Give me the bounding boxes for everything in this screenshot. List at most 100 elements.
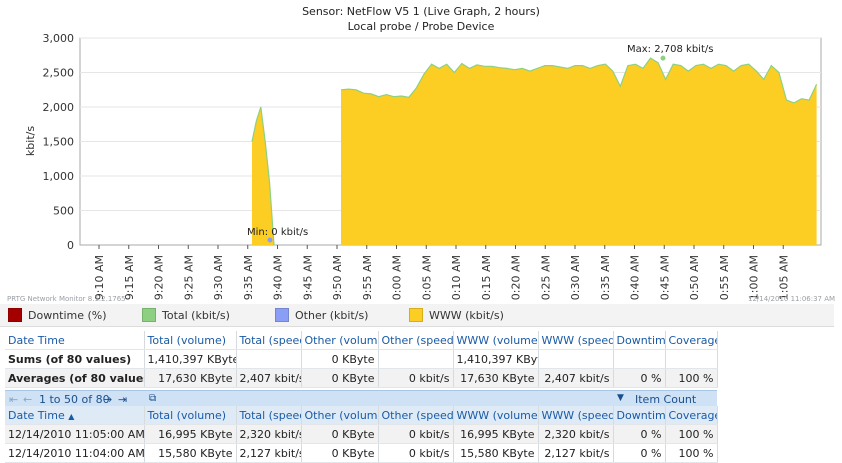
legend-swatch-www [409,308,423,322]
summary-cell: 0 % [613,368,666,388]
sort-ascending-icon: ▲ [68,411,75,421]
data-table: Date Time ▲ Total (volume) Total (speed)… [5,406,718,463]
page-range: 1 to 50 of 80 [39,393,110,406]
summary-cell [236,349,302,369]
x-tick-label: 9:30 AM [212,255,225,300]
item-count-button[interactable]: Item Count [635,393,696,406]
data-header-total-speed[interactable]: Total (speed) [236,406,302,425]
watermark-version: PRTG Network Monitor 8.1.2.1765 [7,295,126,303]
popout-icon[interactable]: ⧉ [149,393,156,404]
summary-cell: 100 % [665,368,718,388]
x-tick-label: 11:00 AM [748,255,761,300]
table-cell: 0 KByte [301,424,379,444]
data-header-row: Date Time ▲ Total (volume) Total (speed)… [5,406,718,425]
data-header-datetime[interactable]: Date Time ▲ [5,406,145,425]
table-cell: 15,580 KByte [144,443,237,463]
table-cell: 2,320 kbit/s [538,424,614,444]
x-tick-label: 9:35 AM [242,255,255,300]
y-tick-label: 1,000 [43,170,75,183]
summary-cell [613,349,666,369]
x-tick-label: 9:45 AM [301,255,314,300]
x-tick-label: 10:55 AM [718,255,731,300]
watermark-timestamp: 12/14/2010 11:06:37 AM [748,295,836,303]
x-tick-label: 10:05 AM [420,255,433,300]
first-page-icon[interactable]: ⇤ [9,393,18,406]
table-cell: 0 % [613,424,666,444]
data-header-www-volume[interactable]: WWW (volume) [453,406,539,425]
summary-row-sums: Sums (of 80 values) 1,410,397 KByte 0 KB… [5,349,718,369]
summary-header-other-volume: Other (volume) [301,331,379,350]
table-cell: 12/14/2010 11:04:00 AM [5,443,145,463]
y-tick-label: 2,000 [43,101,75,114]
x-tick-label: 11:05 AM [777,255,790,300]
x-tick-label: 9:15 AM [123,255,136,300]
summary-cell [665,349,718,369]
table-cell: 2,320 kbit/s [236,424,302,444]
legend-label-total: Total (kbit/s) [162,308,230,322]
x-tick-label: 10:15 AM [480,255,493,300]
summary-cell [378,349,454,369]
y-tick-label: 2,500 [43,67,75,80]
y-tick-label: 0 [67,239,74,252]
x-tick-label: 10:35 AM [599,255,612,300]
min-annotation: Min: 0 kbit/s [247,227,308,238]
summary-header-www-volume: WWW (volume) [453,331,539,350]
legend-downtime: Downtime (%) [8,308,107,322]
x-tick-label: 9:10 AM [93,255,106,300]
chart-legend: Downtime (%) Total (kbit/s) Other (kbit/… [0,304,834,327]
table-cell: 0 kbit/s [378,443,454,463]
summary-cell [538,349,614,369]
summary-header-other-speed: Other (speed) [378,331,454,350]
x-tick-label: 10:40 AM [629,255,642,300]
summary-cell: Averages (of 80 values) [5,368,145,388]
data-header-total-volume[interactable]: Total (volume) [144,406,237,425]
table-row: 12/14/2010 11:04:00 AM 15,580 KByte 2,12… [5,443,718,463]
summary-header-downtime: Downtime [613,331,666,350]
legend-total: Total (kbit/s) [142,308,230,322]
legend-www: WWW (kbit/s) [409,308,504,322]
next-page-icon[interactable]: → [103,393,112,406]
data-header-www-speed[interactable]: WWW (speed) [538,406,614,425]
data-header-downtime[interactable]: Downtime [613,406,666,425]
data-header-datetime-label: Date Time [8,408,65,422]
summary-cell: 1,410,397 KByte [453,349,539,369]
table-row: 12/14/2010 11:05:00 AM 16,995 KByte 2,32… [5,424,718,444]
x-tick-label: 10:20 AM [510,255,523,300]
chevron-down-icon[interactable]: ▼ [617,393,624,403]
table-cell: 2,127 kbit/s [236,443,302,463]
table-cell: 100 % [665,443,718,463]
legend-label-www: WWW (kbit/s) [429,308,504,322]
x-tick-label: 9:50 AM [331,255,344,300]
legend-other: Other (kbit/s) [275,308,368,322]
table-cell: 100 % [665,424,718,444]
data-header-coverage[interactable]: Coverage [665,406,718,425]
previous-page-icon[interactable]: ← [23,393,32,406]
max-annotation: Max: 2,708 kbit/s [627,44,713,55]
legend-swatch-total [142,308,156,322]
x-tick-label: 10:00 AM [391,255,404,300]
table-cell: 2,127 kbit/s [538,443,614,463]
table-cell: 12/14/2010 11:05:00 AM [5,424,145,444]
y-axis-label: kbit/s [24,126,37,156]
table-cell: 16,995 KByte [144,424,237,444]
summary-cell: 0 kbit/s [378,368,454,388]
x-tick-label: 9:55 AM [361,255,374,300]
last-page-icon[interactable]: ⇥ [118,393,127,406]
summary-cell: 0 KByte [301,368,379,388]
summary-header-total-speed: Total (speed) [236,331,302,350]
summary-cell: 1,410,397 KByte [144,349,237,369]
data-header-other-speed[interactable]: Other (speed) [378,406,454,425]
summary-cell: 2,407 kbit/s [538,368,614,388]
y-tick-label: 3,000 [43,32,75,45]
summary-table: Date Time Total (volume) Total (speed) O… [5,331,718,388]
x-tick-label: 10:10 AM [450,255,463,300]
area-chart: 0 500 1,000 1,500 2,000 2,500 3,000 kbit/s 9:10 … [24,32,822,300]
x-tick-label: 10:50 AM [688,255,701,300]
table-cell: 0 % [613,443,666,463]
x-tick-label: 10:45 AM [658,255,671,300]
table-cell: 16,995 KByte [453,424,539,444]
data-header-other-volume[interactable]: Other (volume) [301,406,379,425]
summary-cell: 17,630 KByte [144,368,237,388]
x-tick-label: 10:30 AM [569,255,582,300]
summary-cell: Sums (of 80 values) [5,349,145,369]
